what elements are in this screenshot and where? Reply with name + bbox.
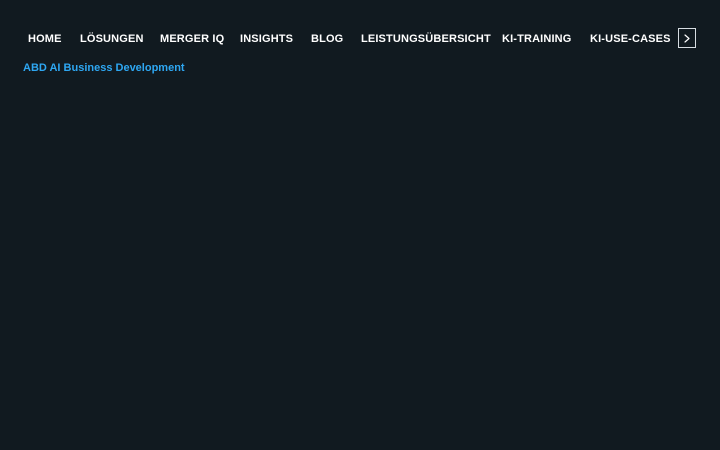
nav-scroll-next-button[interactable]	[678, 28, 696, 48]
site-brand-title[interactable]: ABD AI Business Development	[23, 60, 185, 76]
nav-item-merger-iq[interactable]: MERGER IQ	[160, 28, 224, 50]
nav-item-home[interactable]: HOME	[28, 28, 62, 50]
nav-item-insights[interactable]: INSIGHTS	[240, 28, 293, 50]
chevron-right-icon	[684, 34, 690, 43]
nav-item-leistungsuebersicht[interactable]: LEISTUNGSÜBERSICHT	[361, 28, 491, 50]
nav-item-ki-training[interactable]: KI-TRAINING	[502, 28, 571, 50]
nav-item-blog[interactable]: BLOG	[311, 28, 343, 50]
nav-item-loesungen[interactable]: LÖSUNGEN	[80, 28, 144, 50]
page: HOME LÖSUNGEN MERGER IQ INSIGHTS BLOG LE…	[0, 0, 720, 450]
main-navigation: HOME LÖSUNGEN MERGER IQ INSIGHTS BLOG LE…	[0, 28, 720, 50]
nav-item-ki-use-cases[interactable]: KI-USE-CASES	[590, 28, 671, 50]
